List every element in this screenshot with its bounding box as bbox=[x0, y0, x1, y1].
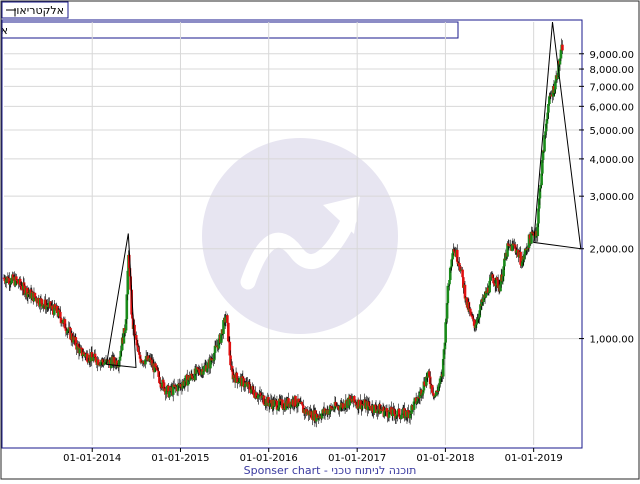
candle-body bbox=[444, 322, 447, 343]
candle-body bbox=[469, 308, 472, 312]
x-tick-label: 01-01-2018 bbox=[416, 453, 474, 464]
y-tick-label: 3,000.00 bbox=[589, 192, 634, 203]
x-tick-label: 01-01-2017 bbox=[328, 453, 386, 464]
info-line: אלקטריאון [פתיחה: 7,200.00 גבוה: 9,800.0… bbox=[0, 24, 8, 37]
candle-body bbox=[40, 299, 44, 304]
candle-body bbox=[235, 372, 239, 379]
y-tick-label: 1,000.00 bbox=[589, 335, 634, 346]
candle-body bbox=[432, 392, 435, 395]
y-tick-label: 6,000.00 bbox=[589, 102, 634, 113]
candle-body bbox=[400, 415, 403, 419]
candle-body bbox=[33, 292, 37, 298]
candle-body bbox=[446, 285, 450, 304]
candle-body bbox=[120, 350, 123, 352]
candle-body bbox=[294, 395, 297, 406]
y-tick-label: 8,000.00 bbox=[589, 65, 634, 76]
candle-body bbox=[561, 44, 564, 51]
candle-body bbox=[448, 279, 451, 285]
footer-credit: תוכנה לניתוח טכני - Sponser chart bbox=[244, 464, 417, 477]
candle-body bbox=[559, 49, 563, 59]
y-tick-label: 2,000.00 bbox=[589, 245, 634, 256]
x-tick-label: 01-01-2015 bbox=[151, 453, 209, 464]
y-tick-label: 4,000.00 bbox=[589, 155, 634, 166]
trend-triangle bbox=[533, 21, 582, 250]
candle-body bbox=[445, 303, 449, 319]
candle-body bbox=[461, 269, 464, 278]
x-axis: 01-01-2014 01-01-2015 01-01-2016 01-01-2017… bbox=[63, 448, 563, 464]
candle-body bbox=[202, 365, 206, 372]
x-tick-label: 01-01-2014 bbox=[63, 453, 121, 464]
y-tick-label: 9,000.00 bbox=[589, 50, 634, 61]
x-tick-label: 01-01-2019 bbox=[505, 453, 563, 464]
x-tick-label: 01-01-2016 bbox=[240, 453, 298, 464]
y-axis: 1,000.00 2,000.00 3,000.00 4,000.00 5,000.00… bbox=[579, 50, 634, 346]
y-tick-label: 7,000.00 bbox=[589, 82, 634, 93]
watermark-logo bbox=[202, 138, 398, 334]
legend-label: אלקטריאון bbox=[13, 4, 64, 17]
info-box bbox=[1, 21, 459, 39]
candle-body bbox=[124, 330, 127, 334]
chart-window: אלקטריאון אלקטריאון [פתיחה: 7,200.00 גבו… bbox=[0, 0, 640, 480]
y-tick-label: 5,000.00 bbox=[589, 126, 634, 137]
candlestick-chart: אלקטריאון אלקטריאון [פתיחה: 7,200.00 גבו… bbox=[0, 0, 640, 480]
candle-body bbox=[226, 315, 229, 323]
